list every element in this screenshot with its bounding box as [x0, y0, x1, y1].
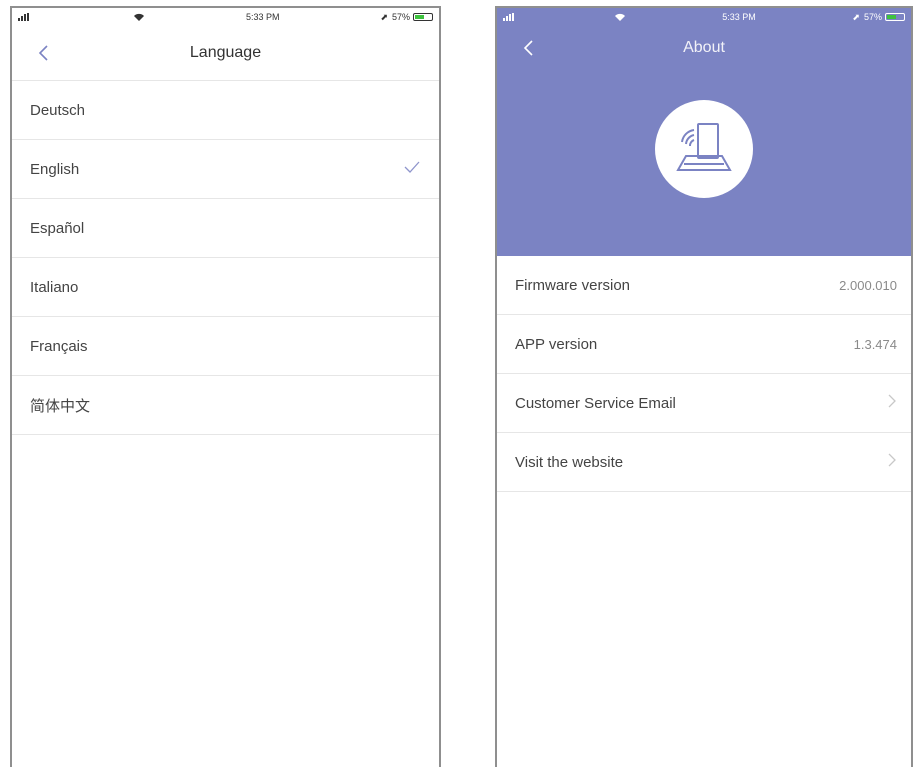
wifi-icon — [614, 13, 626, 22]
visit-website-row[interactable]: Visit the website — [497, 433, 911, 492]
language-label: Deutsch — [30, 101, 86, 119]
chevron-right-icon — [887, 452, 897, 472]
language-item-chinese[interactable]: 简体中文 — [12, 376, 439, 435]
customer-service-email-row[interactable]: Customer Service Email — [497, 374, 911, 433]
row-label: Visit the website — [515, 453, 624, 471]
language-item-francais[interactable]: Français — [12, 317, 439, 376]
row-label: APP version — [515, 335, 598, 353]
firmware-version-row: Firmware version 2.000.010 — [497, 256, 911, 315]
firmware-version-value: 2.000.010 — [839, 277, 897, 293]
status-bar: 5:33 PM ⬈ 57% — [497, 8, 911, 26]
language-label: English — [30, 160, 80, 178]
location-icon: ⬈ — [852, 12, 860, 22]
language-list: Deutsch English Español Italiano Françai… — [12, 81, 439, 435]
language-item-italiano[interactable]: Italiano — [12, 258, 439, 317]
page-title: About — [683, 39, 725, 56]
signal-icon — [503, 13, 517, 21]
language-label: Español — [30, 219, 85, 237]
status-right-group: ⬈ 57% — [380, 8, 433, 26]
status-time: 5:33 PM — [722, 12, 756, 22]
language-label: Français — [30, 337, 88, 355]
page-title: Language — [189, 44, 262, 61]
about-header: 5:33 PM ⬈ 57% About — [497, 8, 911, 256]
battery-percent: 57% — [391, 12, 410, 22]
chevron-right-icon — [887, 393, 897, 413]
battery-icon — [413, 13, 433, 21]
row-label: Customer Service Email — [515, 394, 676, 412]
app-version-value: 1.3.474 — [853, 336, 897, 352]
signal-icon — [18, 13, 32, 21]
wifi-icon — [133, 13, 145, 22]
wifi-router-icon — [655, 100, 753, 198]
checkmark-icon — [403, 160, 421, 178]
language-item-espanol[interactable]: Español — [12, 199, 439, 258]
battery-icon — [884, 13, 905, 21]
language-item-english[interactable]: English — [12, 140, 439, 199]
location-icon: ⬈ — [380, 12, 388, 22]
language-label: 简体中文 — [30, 397, 91, 415]
chevron-left-icon[interactable] — [34, 41, 54, 65]
about-screen: 5:33 PM ⬈ 57% About Firmware version 2.0… — [495, 6, 913, 767]
about-info-list: Firmware version 2.000.010 APP version 1… — [497, 256, 911, 492]
battery-percent: 57% — [863, 12, 882, 22]
row-label: Firmware version — [515, 276, 631, 294]
nav-bar: About — [497, 26, 911, 70]
app-version-row: APP version 1.3.474 — [497, 315, 911, 374]
chevron-left-icon[interactable] — [519, 36, 539, 60]
status-bar: 5:33 PM ⬈ 57% — [12, 8, 439, 26]
language-label: Italiano — [30, 278, 79, 296]
status-time: 5:33 PM — [245, 12, 280, 22]
language-screen: 5:33 PM ⬈ 57% Language Deutsch English E… — [10, 6, 441, 767]
status-right-group: ⬈ 57% — [852, 8, 905, 26]
language-item-deutsch[interactable]: Deutsch — [12, 81, 439, 140]
nav-bar: Language — [12, 26, 439, 81]
